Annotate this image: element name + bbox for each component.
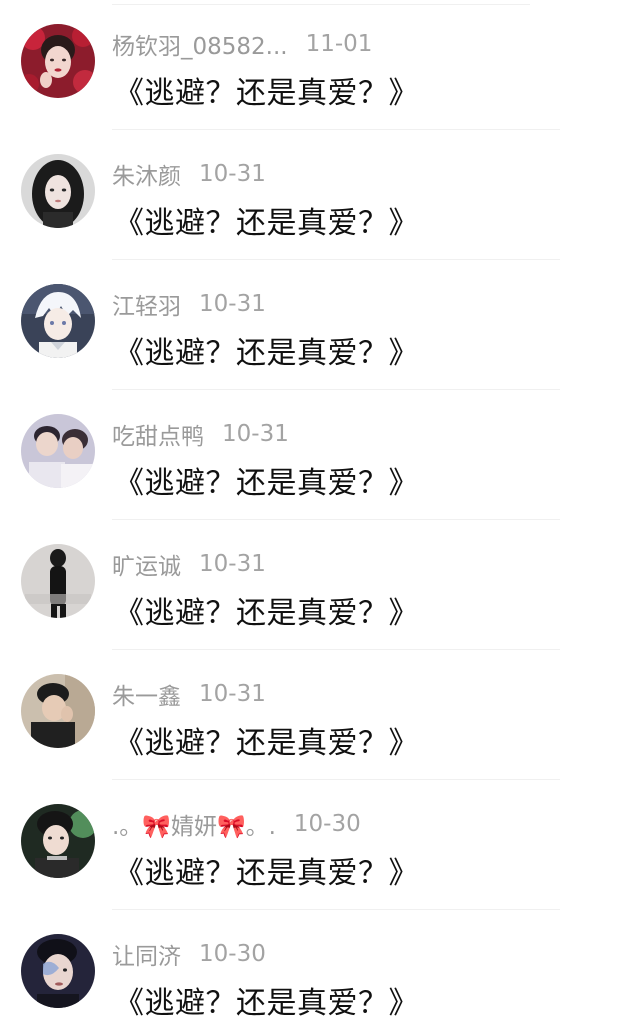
comment-date: 10-30 <box>199 941 266 967</box>
comment-text: 《逃避？还是真爱？》 <box>114 336 419 371</box>
comment-meta: 让同济 10-30 <box>112 938 266 970</box>
username[interactable]: 江轻羽 <box>112 287 181 321</box>
comment-date: 10-30 <box>293 811 361 837</box>
username[interactable]: 朱一鑫 <box>112 677 181 711</box>
comment-date: 10-31 <box>199 291 266 317</box>
avatar-dark-figure[interactable] <box>21 544 95 618</box>
comment-item[interactable]: 朱沐颜 10-31 《逃避？还是真爱？》 <box>0 130 640 260</box>
comment-meta: 旷运诚 10-31 <box>112 548 266 580</box>
avatar-girl-dark-hair[interactable] <box>21 154 95 228</box>
comment-meta: .。🎀婧妍🎀。. 10-30 <box>112 808 361 840</box>
comment-item[interactable]: 吃甜点鸭 10-31 《逃避？还是真爱？》 <box>0 390 640 520</box>
comment-text: 《逃避？还是真爱？》 <box>114 76 419 111</box>
comment-item[interactable]: 旷运诚 10-31 《逃避？还是真爱？》 <box>0 520 640 650</box>
comment-text: 《逃避？还是真爱？》 <box>114 596 419 631</box>
avatar-boy-face-paint[interactable] <box>21 934 95 1008</box>
comment-item[interactable]: 江轻羽 10-31 《逃避？还是真爱？》 <box>0 260 640 390</box>
username[interactable]: 旷运诚 <box>112 547 181 581</box>
username[interactable]: 吃甜点鸭 <box>112 417 204 451</box>
comment-text: 《逃避？还是真爱？》 <box>114 986 419 1021</box>
comment-date: 11-01 <box>305 31 373 57</box>
comment-item[interactable]: 朱一鑫 10-31 《逃避？还是真爱？》 <box>0 650 640 780</box>
comment-meta: 江轻羽 10-31 <box>112 288 266 320</box>
comment-date: 10-31 <box>199 161 266 187</box>
avatar-girl-red-roses[interactable] <box>21 24 95 98</box>
comment-meta: 朱一鑫 10-31 <box>112 678 266 710</box>
username[interactable]: 杨钦羽_08582... <box>112 27 288 61</box>
avatar-anime-white-hair[interactable] <box>21 284 95 358</box>
username[interactable]: 朱沐颜 <box>112 157 181 191</box>
comment-date: 10-31 <box>199 681 266 707</box>
username[interactable]: 让同济 <box>112 937 181 971</box>
comment-list: 杨钦羽_08582... 11-01 《逃避？还是真爱？》 朱沐颜 10-31 … <box>0 0 640 1033</box>
comment-meta: 杨钦羽_08582... 11-01 <box>112 28 372 60</box>
avatar-boy-green-light[interactable] <box>21 804 95 878</box>
avatar-boy-cap[interactable] <box>21 674 95 748</box>
comment-text: 《逃避？还是真爱？》 <box>114 726 419 761</box>
comment-item[interactable]: 杨钦羽_08582... 11-01 《逃避？还是真爱？》 <box>0 0 640 130</box>
username[interactable]: .。🎀婧妍🎀。. <box>112 807 276 841</box>
comment-meta: 朱沐颜 10-31 <box>112 158 266 190</box>
comment-text: 《逃避？还是真爱？》 <box>114 856 419 891</box>
comment-item[interactable]: .。🎀婧妍🎀。. 10-30 《逃避？还是真爱？》 <box>0 780 640 910</box>
comment-date: 10-31 <box>222 421 289 447</box>
avatar-two-people[interactable] <box>21 414 95 488</box>
comment-text: 《逃避？还是真爱？》 <box>114 466 419 501</box>
comment-date: 10-31 <box>199 551 266 577</box>
comment-item[interactable]: 让同济 10-30 《逃避？还是真爱？》 <box>0 910 640 1033</box>
comment-meta: 吃甜点鸭 10-31 <box>112 418 289 450</box>
comment-text: 《逃避？还是真爱？》 <box>114 206 419 241</box>
